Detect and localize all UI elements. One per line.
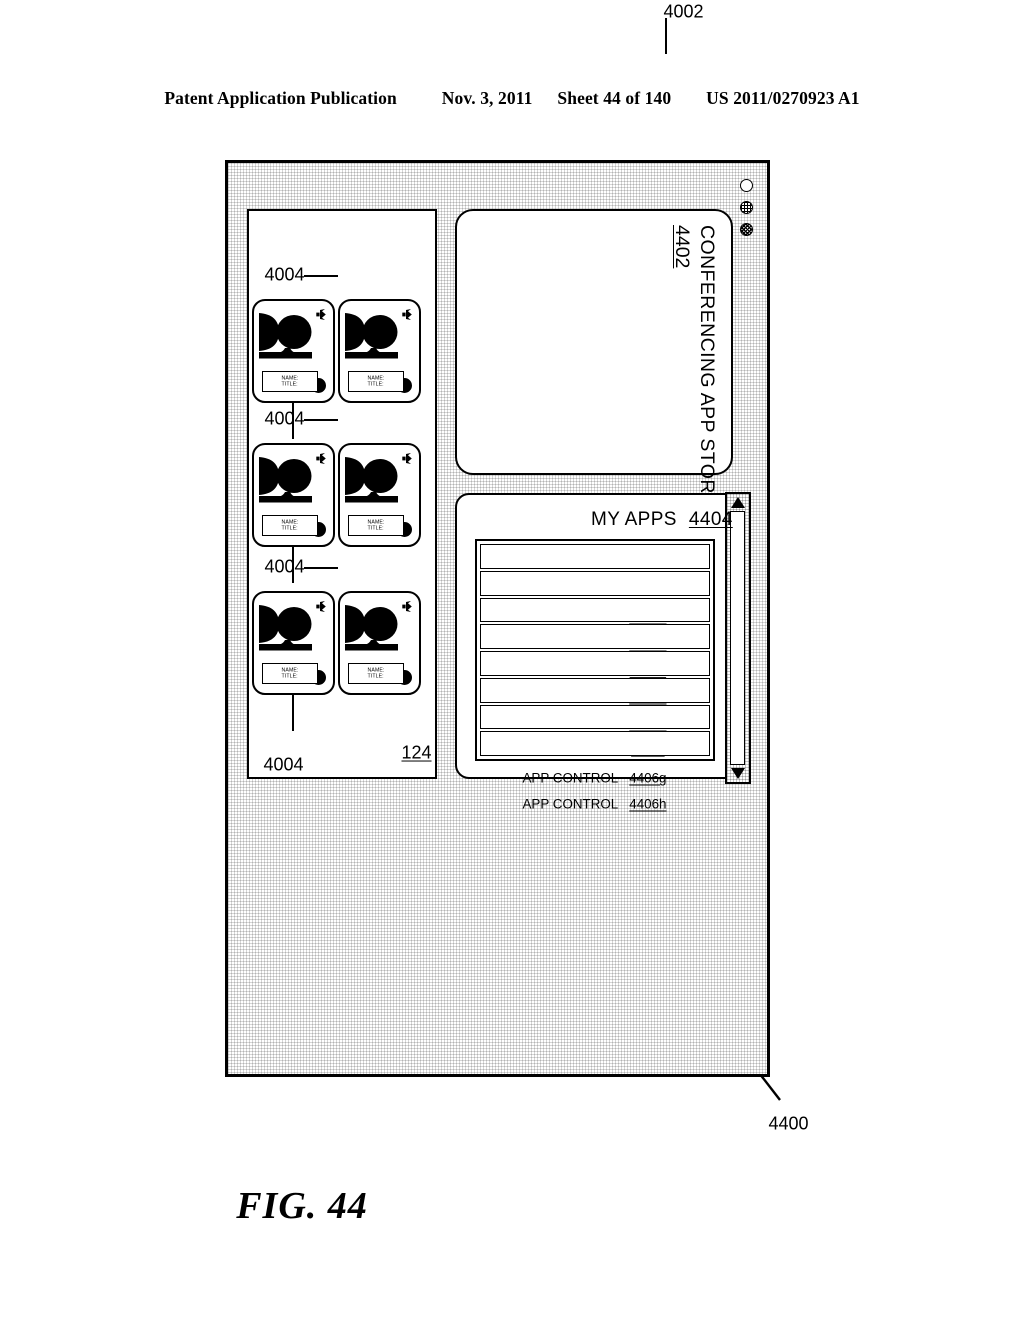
participant-avatar (345, 605, 398, 651)
participant-tile[interactable]: NAME: TITLE: (252, 443, 335, 547)
window-dot-maximize[interactable] (740, 223, 753, 236)
participant-avatar (345, 313, 398, 359)
participant-nametag-text: NAME: TITLE: (368, 375, 385, 388)
reference-label-124: 124 (401, 742, 432, 763)
participant-title-label: TITLE: (281, 381, 298, 388)
participant-nametag: NAME: TITLE: (348, 515, 404, 536)
figure-stage: 4400 4002 FIG. 44 CONFERENCING APP STORE… (0, 0, 1024, 1320)
figure-caption: FIG. 44 (236, 1184, 368, 1227)
reference-label-4402: 4402 (671, 225, 693, 269)
window-controls (740, 179, 753, 236)
app-control-row[interactable]: APP CONTROL4406a (480, 544, 710, 625)
app-control-row[interactable]: APP CONTROL4406d (480, 624, 710, 705)
window-dot-minimize[interactable] (740, 201, 753, 214)
participant-nametag: NAME: TITLE: (262, 515, 318, 536)
app-store-title: CONFERENCING APP STORE (696, 225, 718, 508)
leader-line-4004 (304, 419, 338, 421)
app-control-row[interactable]: APP CONTROL4406f (480, 677, 710, 756)
presenter-badge-icon (316, 309, 326, 320)
participant-name-label: NAME: (367, 375, 385, 382)
participant-avatar (259, 605, 312, 651)
participant-title-label: TITLE: (367, 525, 384, 532)
app-control-row-text: APP CONTROL 4406h (523, 797, 667, 812)
app-control-label: APP CONTROL (523, 796, 619, 812)
app-control-list: APP CONTROL4406aAPP CONTROL4406bAPP CONT… (475, 539, 715, 812)
my-apps-header: MY APPS 4404 (591, 509, 733, 531)
participant-nametag: NAME: TITLE: (262, 663, 318, 684)
participant-name-label: NAME: (281, 375, 299, 382)
my-apps-panel: MY APPS 4404 APP CONTROL4406aAPP CONTROL… (455, 492, 751, 812)
conference-display-panel: 124 NAME: TITLE: 4004 NAME: TITLE: 4004 NAME: T… (247, 209, 437, 779)
participant-name-label: NAME: (367, 667, 385, 674)
participant-title-label: TITLE: (367, 381, 384, 388)
reference-label-4400: 4400 (768, 1113, 809, 1134)
my-apps-title: MY APPS (591, 509, 677, 530)
app-control-ref: 4406h (629, 796, 667, 812)
participant-title-label: TITLE: (367, 673, 384, 680)
leader-line-4004 (292, 547, 294, 583)
participant-title-label: TITLE: (281, 525, 298, 532)
reference-label-4404: 4404 (688, 509, 733, 530)
presenter-badge-icon (402, 453, 412, 464)
scroll-down-arrow-icon[interactable] (731, 768, 745, 779)
app-control-row[interactable]: APP CONTROL4406c (480, 597, 710, 678)
app-control-row[interactable]: APP CONTROL4406e (480, 651, 710, 732)
window-dot-close[interactable] (740, 179, 753, 192)
participant-tile[interactable]: NAME: TITLE: (338, 591, 421, 695)
participant-nametag-text: NAME: TITLE: (368, 519, 385, 532)
participant-tile[interactable]: NAME: TITLE: (252, 299, 335, 403)
participant-nametag-text: NAME: TITLE: (282, 519, 299, 532)
presenter-badge-icon (316, 453, 326, 464)
participant-tile[interactable]: NAME: TITLE: (338, 443, 421, 547)
leader-line-4004 (304, 275, 338, 277)
app-control-row[interactable]: APP CONTROL 4406h (480, 731, 710, 812)
app-control-row[interactable]: APP CONTROL 4406g (480, 704, 710, 785)
reference-label-4004: 4004 (264, 264, 305, 285)
application-window: CONFERENCING APP STORE 4402 MY APPS 4404… (225, 160, 770, 1077)
leader-line-4004 (292, 403, 294, 439)
reference-label-4004: 4004 (264, 408, 305, 429)
participant-name-label: NAME: (367, 519, 385, 526)
participant-nametag: NAME: TITLE: (348, 663, 404, 684)
leader-line-4004 (292, 695, 294, 731)
presenter-badge-icon (402, 601, 412, 612)
reference-label-4004: 4004 (263, 754, 304, 775)
scrollbar-track[interactable] (730, 511, 746, 765)
app-control-row-content: APP CONTROL 4406h (481, 732, 709, 972)
conferencing-app-store-panel[interactable]: CONFERENCING APP STORE 4402 (455, 209, 733, 507)
participant-nametag-text: NAME: TITLE: (368, 667, 385, 680)
participant-name-label: NAME: (281, 667, 299, 674)
participant-avatar (259, 313, 312, 359)
scroll-up-arrow-icon[interactable] (731, 497, 745, 508)
my-apps-scrollbar[interactable] (725, 492, 751, 784)
leader-line-4002 (665, 18, 667, 54)
participant-tile[interactable]: NAME: TITLE: (252, 591, 335, 695)
participant-name-label: NAME: (281, 519, 299, 526)
participant-nametag-text: NAME: TITLE: (282, 375, 299, 388)
participant-tile[interactable]: NAME: TITLE: (338, 299, 421, 403)
participant-nametag-text: NAME: TITLE: (282, 667, 299, 680)
participant-avatar (345, 457, 398, 503)
leader-line-4004 (304, 567, 338, 569)
presenter-badge-icon (316, 601, 326, 612)
reference-label-4004: 4004 (264, 556, 305, 577)
app-control-row[interactable]: APP CONTROL4406b (480, 570, 710, 651)
reference-label-4002: 4002 (663, 1, 704, 22)
presenter-badge-icon (402, 309, 412, 320)
participant-nametag: NAME: TITLE: (262, 371, 318, 392)
participant-title-label: TITLE: (281, 673, 298, 680)
participant-nametag: NAME: TITLE: (348, 371, 404, 392)
participant-avatar (259, 457, 312, 503)
